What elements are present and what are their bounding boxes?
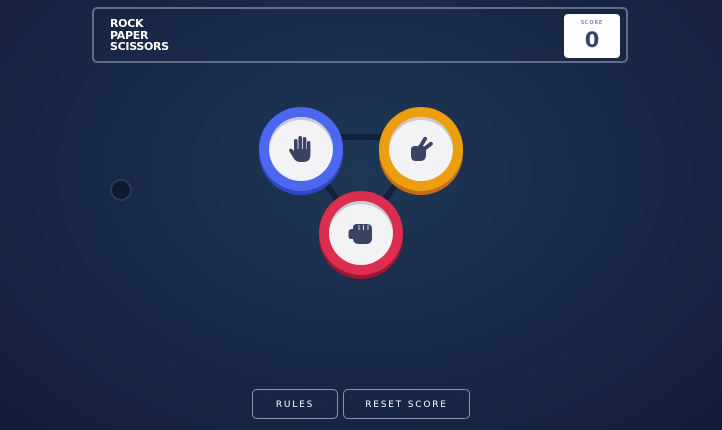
- paper-token-face: [269, 117, 333, 181]
- scissors-token-face: [389, 117, 453, 181]
- background-dot: [110, 179, 132, 201]
- rock-choice-button[interactable]: [319, 191, 403, 275]
- paper-choice-button[interactable]: [259, 107, 343, 191]
- reset-score-button[interactable]: RESET SCORE: [343, 389, 470, 419]
- rock-fist-icon: [348, 224, 372, 244]
- rock-token-face: [329, 201, 393, 265]
- rules-button[interactable]: RULES: [252, 389, 338, 419]
- paper-hand-icon: [289, 136, 311, 162]
- scissors-choice-button[interactable]: [379, 107, 463, 191]
- scissors-hand-icon: [411, 136, 433, 161]
